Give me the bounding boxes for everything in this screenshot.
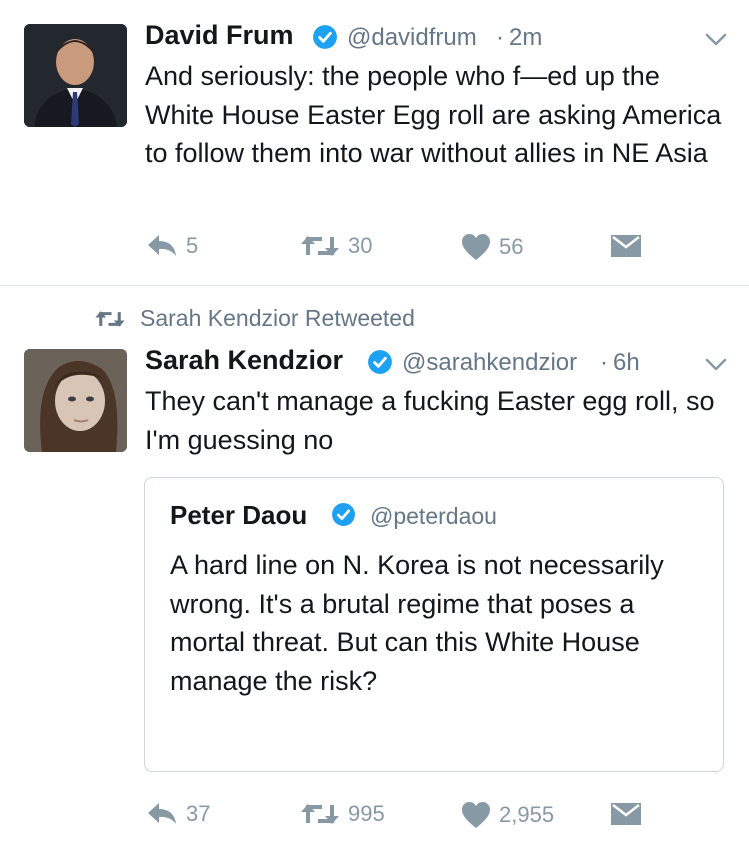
like-count: 2,955 (499, 802, 555, 827)
verified-badge-icon (313, 25, 337, 49)
separator-dot: · (496, 24, 504, 51)
reply-count: 5 (186, 233, 199, 258)
quoted-tweet[interactable]: Peter Daou @peterdaou A hard line on N. … (144, 477, 724, 772)
author-handle[interactable]: @davidfrum (347, 24, 477, 52)
tweet-text: And seriously: the people who f—ed up th… (145, 61, 722, 168)
author-name[interactable]: Sarah Kendzior (145, 345, 343, 376)
dm-button[interactable] (610, 234, 642, 258)
chevron-down-icon[interactable] (705, 33, 727, 47)
quoted-author-handle[interactable]: @peterdaou (370, 503, 497, 530)
retweet-icon (301, 804, 339, 824)
envelope-icon (611, 803, 641, 825)
heart-icon (462, 234, 490, 260)
chevron-down-icon[interactable] (705, 358, 727, 372)
retweet-button[interactable]: 30 (300, 233, 372, 259)
tweet-time[interactable]: 2m (509, 24, 542, 52)
dm-button[interactable] (610, 802, 642, 826)
author-name[interactable]: David Frum (145, 20, 294, 51)
like-button[interactable]: 56 (461, 233, 523, 261)
retweet-count: 995 (348, 801, 385, 826)
separator-dot: · (600, 349, 608, 376)
tweet-time[interactable]: 6h (613, 349, 640, 377)
heart-icon (462, 802, 490, 828)
retweet-count: 30 (348, 233, 373, 258)
like-count: 56 (499, 234, 524, 259)
verified-badge-icon (332, 503, 355, 526)
quoted-tweet-text: A hard line on N. Korea is not necessari… (170, 550, 664, 696)
avatar[interactable] (24, 349, 127, 452)
retweet-button[interactable]: 995 (300, 801, 385, 827)
reply-icon (148, 235, 176, 256)
retweet-icon (301, 236, 339, 256)
envelope-icon (611, 235, 641, 257)
reply-button[interactable]: 37 (146, 801, 210, 827)
tweet-text: They can't manage a fucking Easter egg r… (145, 386, 715, 455)
tweet-david-frum[interactable]: David Frum @davidfrum · 2m And seriously… (0, 0, 749, 285)
reply-icon (148, 803, 176, 824)
verified-badge-icon (368, 350, 392, 374)
like-button[interactable]: 2,955 (461, 801, 554, 829)
author-handle[interactable]: @sarahkendzior (402, 349, 577, 377)
reply-count: 37 (186, 801, 211, 826)
avatar[interactable] (24, 24, 127, 127)
reply-button[interactable]: 5 (146, 233, 198, 259)
quoted-author-name[interactable]: Peter Daou (170, 500, 307, 531)
